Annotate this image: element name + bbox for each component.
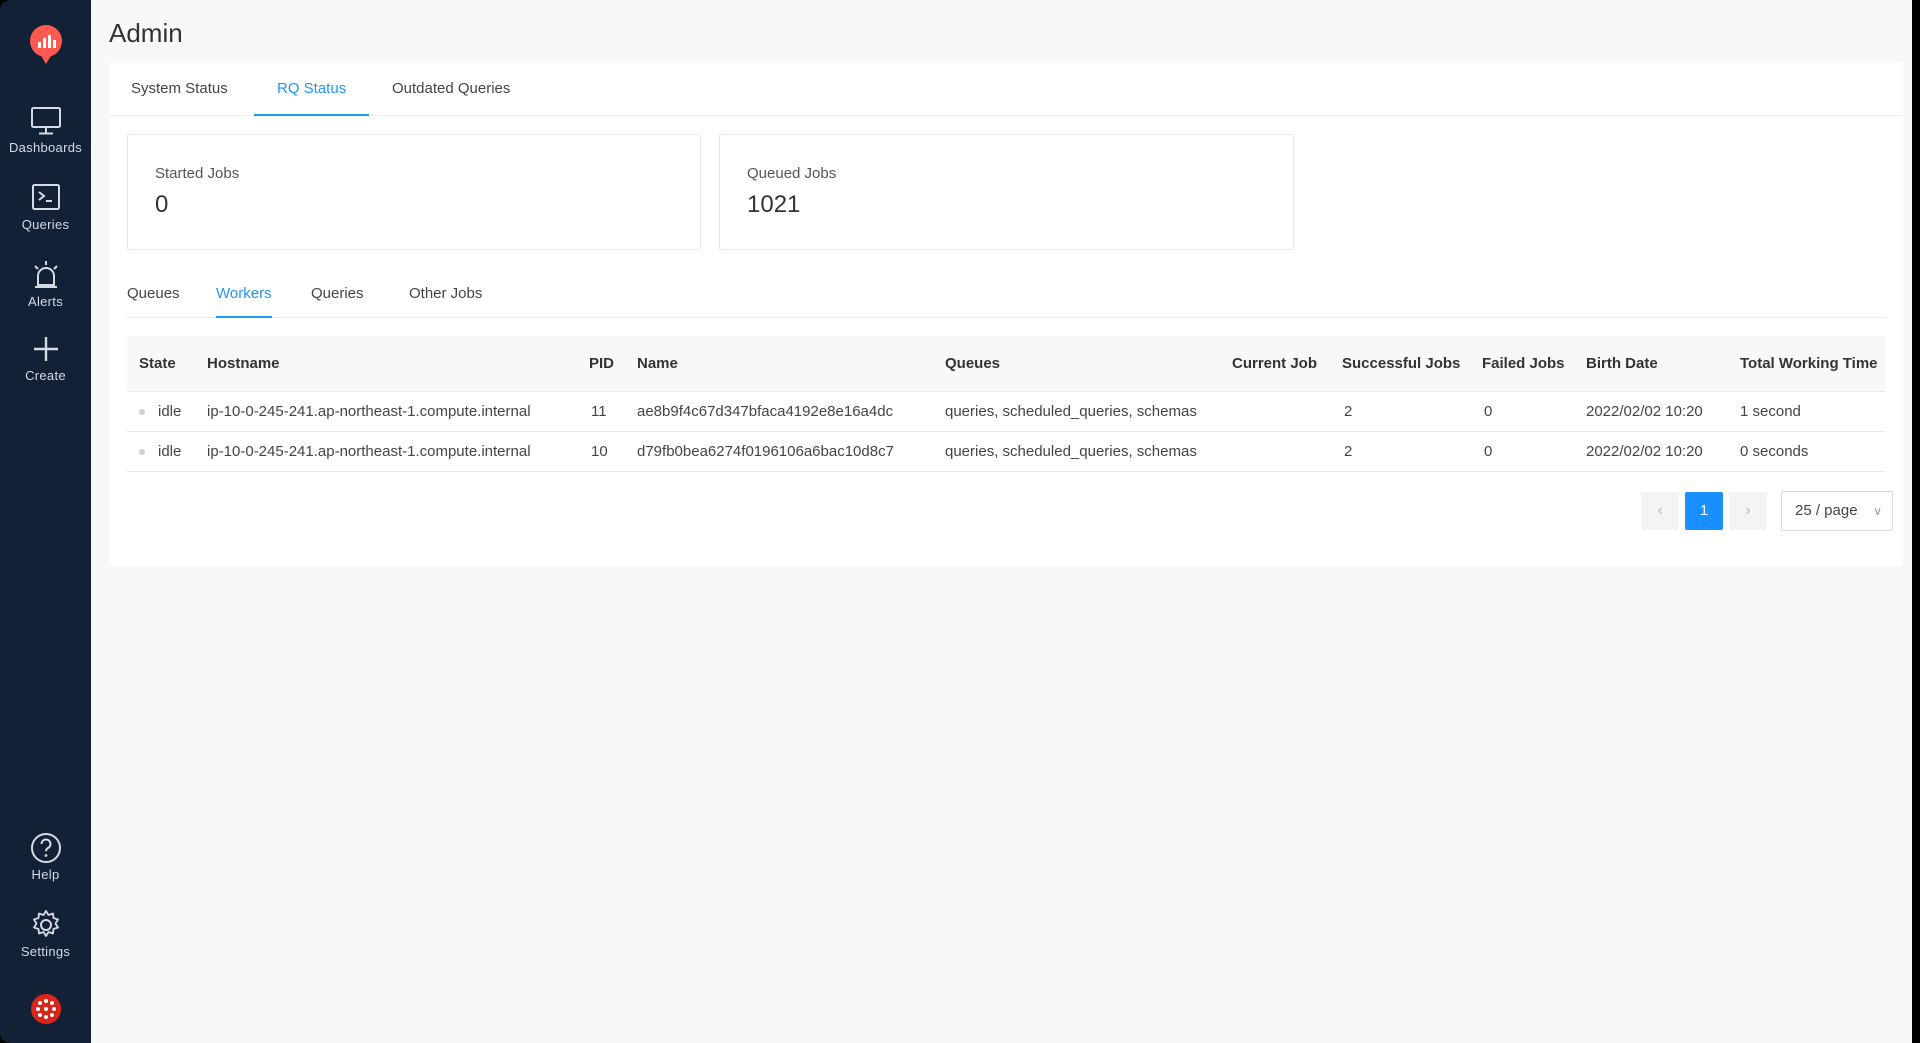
sidebar: Dashboards Queries Alerts Create Help Se… [0,0,91,1043]
user-avatar[interactable] [30,993,62,1025]
sidebar-item-create[interactable]: Create [0,332,91,383]
subtab-other-jobs[interactable]: Other Jobs [409,270,482,318]
column-header[interactable]: Name [637,336,678,392]
sidebar-item-label: Help [31,867,60,882]
table-header: State Hostname PID Name Queues Current J… [127,336,1885,392]
column-header[interactable]: State [139,336,176,392]
stat-started-jobs: Started Jobs 0 [127,134,701,250]
tab-system-status[interactable]: System Status [131,62,228,116]
stat-value: 0 [155,191,169,218]
cell-pid: 10 [591,443,608,460]
subtab-queues[interactable]: Queues [127,270,180,318]
stat-label: Started Jobs [155,165,240,182]
cell-total-working-time: 1 second [1740,403,1801,420]
tab-rq-status[interactable]: RQ Status [254,62,370,116]
status-dot-icon [139,409,145,415]
cell-total-working-time: 0 seconds [1740,443,1809,460]
sidebar-item-label: Queries [21,217,70,232]
app-logo-icon[interactable] [28,24,64,66]
stat-queued-jobs: Queued Jobs 1021 [719,134,1294,250]
stat-label: Queued Jobs [747,165,837,182]
cell-successful-jobs: 2 [1344,443,1353,460]
cell-name: d79fb0bea6274f0196106a6bac10d8c7 [637,443,894,460]
cell-pid: 11 [591,403,607,420]
cell-successful-jobs: 2 [1344,403,1353,420]
pagination-prev-button[interactable]: ‹ [1641,492,1679,530]
column-header[interactable]: Total Working Time [1740,336,1878,392]
column-header[interactable]: Queues [945,336,1000,392]
sidebar-item-settings[interactable]: Settings [0,908,91,959]
help-icon [30,833,61,863]
column-header[interactable]: PID [589,336,614,392]
stat-value: 1021 [747,191,801,218]
status-dot-icon [139,449,145,455]
cell-queues: queries, scheduled_queries, schemas [945,443,1197,460]
cell-hostname: ip-10-0-245-241.ap-northeast-1.compute.i… [207,443,531,460]
subtab-workers[interactable]: Workers [216,270,272,318]
admin-card: System Status RQ Status Outdated Queries… [109,62,1903,566]
column-header[interactable]: Current Job [1232,336,1317,392]
terminal-icon [31,184,60,210]
chevron-down-icon: ∨ [1873,504,1882,518]
page-title: Admin [109,18,183,48]
subtab-queries[interactable]: Queries [311,270,364,318]
admin-tabs: System Status RQ Status Outdated Queries [109,62,1903,116]
sidebar-item-alerts[interactable]: Alerts [0,258,91,309]
cell-state: idle [158,443,182,460]
table-row: idle ip-10-0-245-241.ap-northeast-1.comp… [127,392,1885,432]
sidebar-item-label: Create [25,368,66,383]
siren-icon [33,261,58,288]
monitor-icon [30,107,61,135]
column-header[interactable]: Hostname [207,336,280,392]
pagination-next-button[interactable]: › [1729,492,1767,530]
pagination-page-button[interactable]: 1 [1685,492,1723,530]
cell-birth-date: 2022/02/02 10:20 [1586,403,1703,420]
table-row: idle ip-10-0-245-241.ap-northeast-1.comp… [127,432,1885,472]
page-size-select[interactable]: 25 / page ∨ [1781,491,1893,531]
column-header[interactable]: Failed Jobs [1482,336,1565,392]
cell-state: idle [158,403,182,420]
tab-outdated-queries[interactable]: Outdated Queries [392,62,510,116]
main-content: Admin System Status RQ Status Outdated Q… [91,0,1920,1043]
cell-name: ae8b9f4c67d347bfaca4192e8e16a4dc [637,403,894,420]
rq-subtabs: Queues Workers Queries Other Jobs [127,270,1885,318]
page-size-value: 25 / page [1795,502,1858,519]
sidebar-item-dashboards[interactable]: Dashboards [0,104,91,155]
cell-birth-date: 2022/02/02 10:20 [1586,443,1703,460]
cell-failed-jobs: 0 [1484,443,1493,460]
column-header[interactable]: Birth Date [1586,336,1658,392]
gear-icon [32,910,59,937]
cell-queues: queries, scheduled_queries, schemas [945,403,1197,420]
sidebar-item-label: Settings [20,944,71,959]
sidebar-item-queries[interactable]: Queries [0,181,91,232]
cell-failed-jobs: 0 [1484,403,1493,420]
window-edge [1912,0,1920,1043]
column-header[interactable]: Successful Jobs [1342,336,1460,392]
sidebar-item-help[interactable]: Help [0,831,91,882]
cell-hostname: ip-10-0-245-241.ap-northeast-1.compute.i… [207,403,531,420]
plus-icon [33,337,58,361]
sidebar-item-label: Dashboards [8,140,83,155]
sidebar-item-label: Alerts [27,294,64,309]
